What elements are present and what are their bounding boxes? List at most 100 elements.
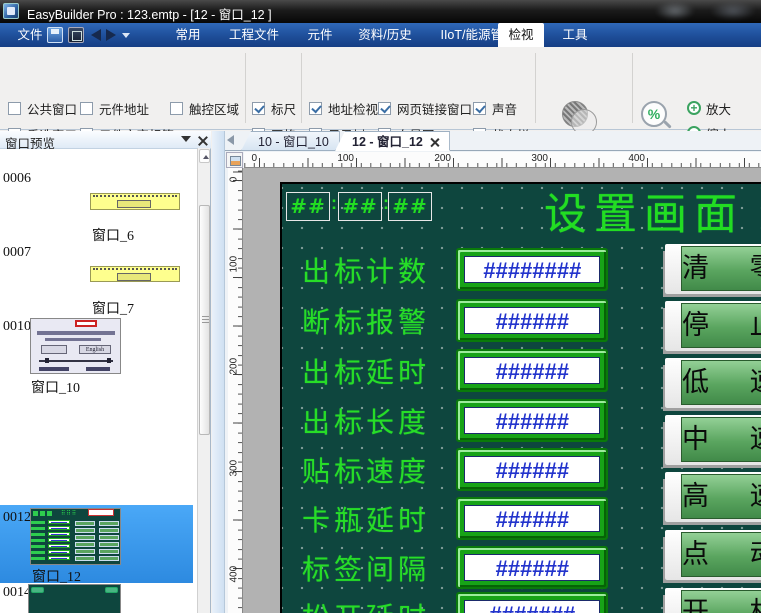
menu-view[interactable]: 检视 <box>498 23 544 47</box>
numeric-input[interactable]: ###### <box>456 546 608 589</box>
canvas-area: 10 - 窗口_10 12 - 窗口_12 0 100 200 300 400 … <box>225 131 761 613</box>
view-ribbon: 公共窗口 元件地址 触控区域 标尺 地址检视 网页链接窗口 声音 重选窗口 元件… <box>0 47 761 130</box>
menu-data-history[interactable]: 资料/历史 <box>348 23 422 47</box>
numeric-input[interactable]: ###### <box>456 299 608 342</box>
jog-button[interactable]: 点 动 <box>665 530 761 580</box>
opacity-icon[interactable] <box>562 101 598 135</box>
checkbox-address-view[interactable]: 地址检视 <box>309 100 378 116</box>
numeric-input[interactable]: ###### <box>456 497 608 540</box>
ruler-tick-label: 0 <box>251 153 259 164</box>
hmi-screen-window-12[interactable]: ## : ## : ## 设置画面 出标计数 ######## 断标报警 ###… <box>280 182 761 613</box>
window-id: 0006 <box>3 171 31 187</box>
numeric-input[interactable]: ###### <box>456 448 608 491</box>
row-label: 出标长度 <box>302 401 460 441</box>
ruler-corner-icon[interactable] <box>226 152 243 168</box>
thumb-text-line <box>86 367 110 371</box>
checkbox-sound[interactable]: 声音 <box>473 100 517 116</box>
row-label: 卡瓶延时 <box>302 499 460 539</box>
tab-window-10[interactable]: 10 - 窗口_10 <box>241 131 340 151</box>
mid-speed-button[interactable]: 中 速 <box>665 415 761 465</box>
ruler-tick-label: 200 <box>229 361 240 375</box>
checkbox-ruler[interactable]: 标尺 <box>252 100 296 116</box>
checkbox-icon[interactable] <box>80 102 93 115</box>
time-minute-display[interactable]: ## <box>338 192 382 221</box>
scrollbar-up-arrow-icon[interactable] <box>199 149 210 163</box>
menu-tools[interactable]: 工具 <box>552 23 598 47</box>
panel-menu-icon[interactable] <box>181 136 191 142</box>
panel-scrollbar[interactable] <box>197 148 210 613</box>
checkbox-icon[interactable] <box>378 102 391 115</box>
checkbox-icon[interactable] <box>309 102 322 115</box>
ribbon-separator <box>632 53 633 123</box>
thumb-text-line <box>45 338 101 341</box>
export-icon[interactable] <box>68 27 84 43</box>
checkbox-icon[interactable] <box>252 102 265 115</box>
row-label: 断标报警 <box>302 301 460 341</box>
thumb-button-english: English <box>79 345 111 354</box>
checkbox-object-address[interactable]: 元件地址 <box>80 100 149 116</box>
window-label[interactable]: 窗口_12 <box>32 566 81 586</box>
row-label: 松开延时 <box>302 596 460 613</box>
window-thumbnail-14[interactable] <box>28 584 121 613</box>
ruler-tick-label: 100 <box>229 259 240 273</box>
design-canvas: ## : ## : ## 设置画面 出标计数 ######## 断标报警 ###… <box>243 168 761 613</box>
titlebar-glass-reflection <box>655 2 695 20</box>
low-speed-button[interactable]: 低 速 <box>665 358 761 408</box>
panel-splitter[interactable] <box>212 131 225 613</box>
time-separator: : <box>331 193 337 214</box>
time-hour-display[interactable]: ## <box>286 192 330 221</box>
window-label[interactable]: 窗口_6 <box>92 225 134 245</box>
clear-button[interactable]: 清 零 <box>665 244 761 294</box>
titlebar: EasyBuilder Pro : 123.emtp - [12 - 窗口_12… <box>0 0 761 23</box>
document-tabbar: 10 - 窗口_10 12 - 窗口_12 <box>225 131 761 151</box>
zoom-in-button[interactable]: +放大 <box>687 99 731 117</box>
window-id: 0014 <box>3 585 31 601</box>
panel-header: 窗口预览 <box>0 131 211 149</box>
numeric-input[interactable]: ###### <box>456 399 608 442</box>
menu-object[interactable]: 元件 <box>294 23 346 47</box>
checkbox-common-window[interactable]: 公共窗口 <box>8 100 77 116</box>
ruler-tick-label: 400 <box>229 569 240 583</box>
titlebar-glass-reflection <box>710 2 756 20</box>
tab-close-icon[interactable] <box>431 138 439 146</box>
tab-window-12[interactable]: 12 - 窗口_12 <box>335 131 450 151</box>
checkbox-web-link-window[interactable]: 网页链接窗口 <box>378 100 472 116</box>
partial-bottom-button[interactable]: 开 机 <box>665 588 761 613</box>
thumb-slider <box>39 360 113 362</box>
high-speed-button[interactable]: 高 速 <box>665 472 761 522</box>
checkbox-icon[interactable] <box>170 102 183 115</box>
ruler-tick-label: 0 <box>229 173 240 187</box>
time-second-display[interactable]: ## <box>388 192 432 221</box>
zoom-percent-icon: % <box>641 101 673 133</box>
window-thumbnail-6[interactable] <box>90 193 180 210</box>
stop-button[interactable]: 停 止 <box>665 301 761 351</box>
ribbon-separator <box>535 53 536 123</box>
thumb-title: ⠿⠿⠿ <box>61 510 77 517</box>
tab-scroll-left-icon[interactable] <box>227 135 234 145</box>
window-thumbnail-7[interactable] <box>90 266 180 282</box>
scrollbar-thumb[interactable] <box>199 205 210 435</box>
redo-icon[interactable] <box>106 29 116 41</box>
undo-icon[interactable] <box>91 29 101 41</box>
window-thumbnail-12[interactable]: ⠿⠿⠿ <box>30 508 121 565</box>
quick-access-caret-icon[interactable] <box>122 33 130 38</box>
thumb-selected-object <box>88 509 114 516</box>
save-icon[interactable] <box>47 27 63 43</box>
window-label[interactable]: 窗口_10 <box>31 377 80 397</box>
checkbox-touch-area[interactable]: 触控区域 <box>170 100 239 116</box>
numeric-input[interactable]: ######## <box>456 248 608 291</box>
numeric-input[interactable]: ####### <box>456 592 608 613</box>
numeric-input[interactable]: ###### <box>456 349 608 392</box>
menu-project-file[interactable]: 工程文件 <box>216 23 292 47</box>
checkbox-icon[interactable] <box>8 102 21 115</box>
menu-file[interactable]: 文件 <box>8 23 52 47</box>
ribbon-separator <box>245 53 246 123</box>
app-icon[interactable] <box>3 3 19 19</box>
screen-title: 设置画面 <box>544 182 744 242</box>
checkbox-icon[interactable] <box>473 102 486 115</box>
row-label: 贴标速度 <box>302 450 460 490</box>
window-thumbnail-10[interactable]: English <box>30 318 121 374</box>
menu-common[interactable]: 常用 <box>162 23 214 47</box>
row-label: 标签间隔 <box>302 548 460 588</box>
window-label[interactable]: 窗口_7 <box>92 298 134 318</box>
